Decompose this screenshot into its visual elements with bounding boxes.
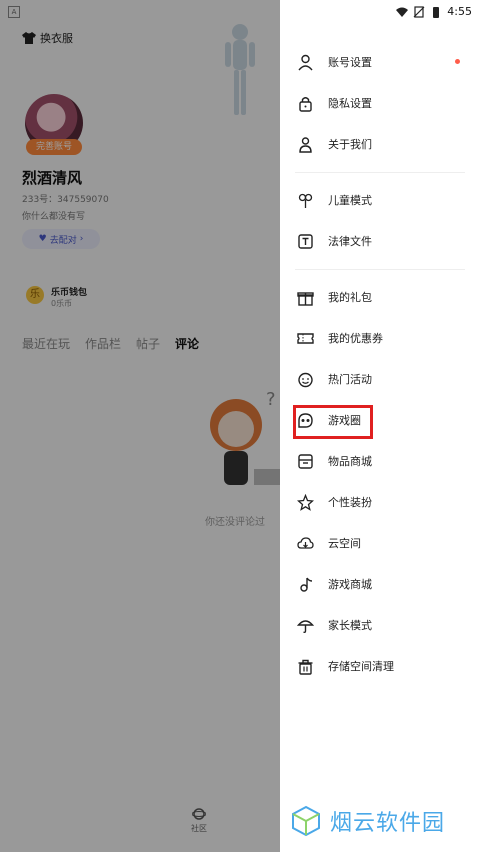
trash-icon	[298, 659, 313, 675]
highlight-box	[293, 405, 373, 439]
menu-label-my-coupons: 我的优惠券	[328, 332, 383, 345]
watermark-text: 烟云软件园	[330, 811, 446, 836]
status-time: 4:55	[447, 5, 472, 18]
menu-label-parental-mode: 家长模式	[328, 619, 372, 632]
shop-icon	[298, 454, 313, 469]
menu-item-item-shop[interactable]: 物品商城	[280, 441, 480, 482]
menu-item-account-settings[interactable]: 账号设置	[280, 42, 480, 83]
flower-icon	[298, 193, 313, 208]
wifi-icon	[396, 7, 409, 17]
menu-item-legal-documents[interactable]: 法律文件	[280, 221, 480, 262]
cloud-icon	[297, 537, 314, 549]
menu-label-my-gifts: 我的礼包	[328, 291, 372, 304]
menu-label-item-shop: 物品商城	[328, 455, 372, 468]
menu-label-hot-events: 热门活动	[328, 373, 372, 386]
watermark-logo-icon	[292, 805, 320, 837]
menu-item-personal-dress-up[interactable]: 个性装扮	[280, 482, 480, 523]
about-icon	[299, 137, 312, 153]
menu-label-kids-mode: 儿童模式	[328, 194, 372, 207]
menu-label-storage-cleanup: 存储空间清理	[328, 660, 394, 673]
menu-label-personal-dress-up: 个性装扮	[328, 496, 372, 509]
menu-item-game-store[interactable]: 游戏商城	[280, 564, 480, 605]
document-icon	[298, 234, 313, 249]
menu-divider	[295, 269, 465, 270]
star-icon	[297, 494, 314, 511]
user-icon	[298, 54, 313, 71]
battery-icon	[433, 6, 440, 18]
menu-item-game-circle[interactable]: 游戏圈	[280, 400, 480, 441]
menu-label-privacy-settings: 隐私设置	[328, 97, 372, 110]
music-note-icon	[300, 577, 313, 592]
menu-item-my-gifts[interactable]: 我的礼包	[280, 277, 480, 318]
lock-icon	[299, 97, 312, 112]
side-drawer: 4:55 账号设置 隐私设置 关于我们 儿童模式 法律文件 我的礼包 我的优惠券…	[280, 0, 480, 852]
no-sim-icon	[413, 5, 425, 18]
menu-label-account-settings: 账号设置	[328, 56, 372, 69]
menu-item-privacy-settings[interactable]: 隐私设置	[280, 83, 480, 124]
drawer-menu: 账号设置 隐私设置 关于我们 儿童模式 法律文件 我的礼包 我的优惠券 热门活动…	[280, 42, 480, 687]
gift-icon	[297, 292, 314, 306]
coupon-icon	[297, 333, 314, 344]
menu-label-game-store: 游戏商城	[328, 578, 372, 591]
menu-item-hot-events[interactable]: 热门活动	[280, 359, 480, 400]
umbrella-icon	[297, 620, 314, 634]
status-bar: 4:55	[396, 5, 472, 18]
menu-item-about-us[interactable]: 关于我们	[280, 124, 480, 165]
watermark: 烟云软件园	[290, 805, 445, 837]
notification-dot	[455, 59, 460, 64]
menu-item-cloud-space[interactable]: 云空间	[280, 523, 480, 564]
menu-label-legal-documents: 法律文件	[328, 235, 372, 248]
menu-label-cloud-space: 云空间	[328, 537, 361, 550]
menu-label-about-us: 关于我们	[328, 138, 372, 151]
menu-divider	[295, 172, 465, 173]
menu-item-my-coupons[interactable]: 我的优惠券	[280, 318, 480, 359]
menu-item-storage-cleanup[interactable]: 存储空间清理	[280, 646, 480, 687]
menu-item-kids-mode[interactable]: 儿童模式	[280, 180, 480, 221]
smile-icon	[298, 372, 313, 388]
menu-item-parental-mode[interactable]: 家长模式	[280, 605, 480, 646]
